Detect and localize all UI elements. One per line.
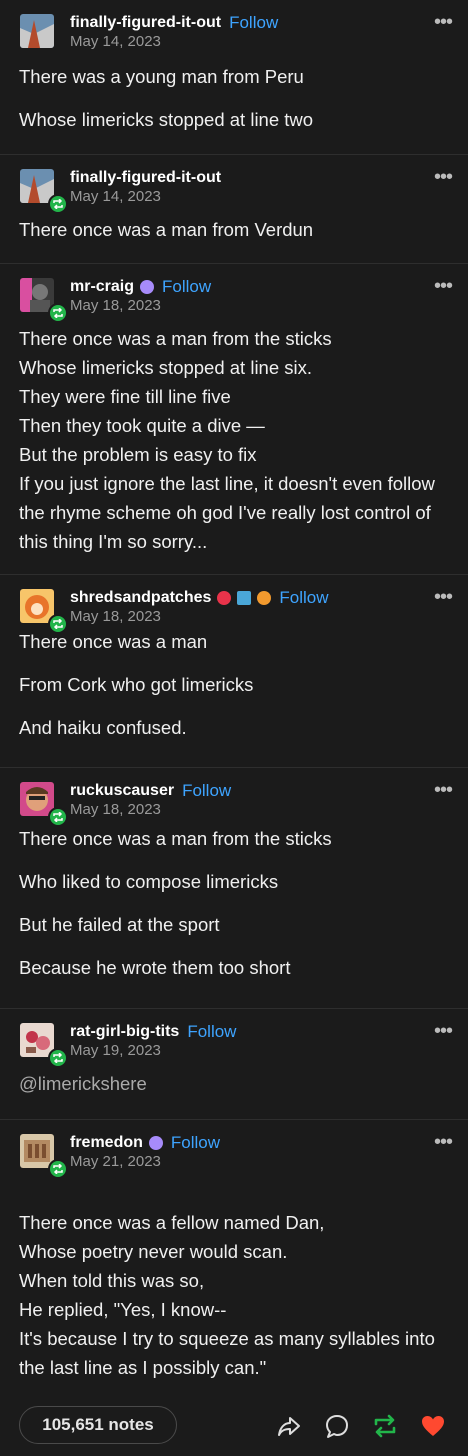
username[interactable]: shredsandpatches [70, 589, 211, 607]
more-options-icon[interactable]: ••• [434, 587, 453, 607]
post-date[interactable]: May 18, 2023 [70, 801, 161, 818]
follow-button[interactable]: Follow [162, 277, 211, 297]
community-badge-icon [148, 1136, 163, 1150]
reblog-badge-icon [48, 1159, 68, 1179]
share-icon[interactable] [276, 1413, 302, 1439]
follow-button[interactable]: Follow [187, 1022, 236, 1042]
post-text: It's because I try to squeeze as many sy… [19, 1328, 435, 1378]
post-text: There once was a man from the sticks [19, 828, 332, 849]
reblog-icon[interactable] [372, 1413, 398, 1439]
post-text: Then they took quite a dive — [19, 415, 265, 436]
reblog-badge-icon [48, 194, 68, 214]
post-date[interactable]: May 14, 2023 [70, 33, 161, 50]
follow-button[interactable]: Follow [229, 13, 278, 33]
reblog-badge-icon [48, 614, 68, 634]
post: mr-craig Follow May 18, 2023 ••• There o… [0, 264, 468, 575]
reblog-badge-icon [48, 1048, 68, 1068]
post: finally-figured-it-out May 14, 2023 ••• … [0, 155, 468, 264]
reply-icon[interactable] [324, 1413, 350, 1439]
post-date[interactable]: May 21, 2023 [70, 1153, 161, 1170]
badge-icon [257, 591, 272, 605]
post: finally-figured-it-out Follow May 14, 20… [0, 0, 468, 155]
post-text: From Cork who got limericks [19, 674, 254, 695]
more-options-icon[interactable]: ••• [434, 780, 453, 800]
post-text: When told this was so, [19, 1270, 205, 1291]
post-date[interactable]: May 19, 2023 [70, 1042, 161, 1059]
follow-button[interactable]: Follow [171, 1133, 220, 1153]
post: rat-girl-big-tits Follow May 19, 2023 ••… [0, 1009, 468, 1120]
post-text: Whose limericks stopped at line two [19, 109, 314, 130]
avatar[interactable] [20, 14, 54, 48]
post-text: Because he wrote them too short [19, 957, 291, 978]
post-text: There once was a man from the sticks [19, 328, 332, 349]
post-text: If you just ignore the last line, it doe… [19, 473, 435, 552]
more-options-icon[interactable]: ••• [434, 167, 453, 187]
username[interactable]: ruckuscauser [70, 782, 174, 800]
post-text: Whose limericks stopped at line six. [19, 357, 313, 378]
notes-button[interactable]: 105,651 notes [19, 1406, 177, 1444]
username[interactable]: fremedon [70, 1134, 143, 1152]
follow-button[interactable]: Follow [279, 588, 328, 608]
username[interactable]: finally-figured-it-out [70, 169, 221, 187]
more-options-icon[interactable]: ••• [434, 12, 453, 32]
post: ruckuscauser Follow May 18, 2023 ••• The… [0, 768, 468, 1009]
follow-button[interactable]: Follow [182, 781, 231, 801]
post-date[interactable]: May 18, 2023 [70, 297, 161, 314]
post-text: There was a young man from Peru [19, 66, 304, 87]
username[interactable]: rat-girl-big-tits [70, 1023, 179, 1041]
post: fremedon Follow May 21, 2023 ••• There o… [0, 1120, 468, 1396]
post-text: There once was a man from Verdun [19, 219, 314, 240]
post-date[interactable]: May 14, 2023 [70, 188, 161, 205]
post-text: But the problem is easy to fix [19, 444, 257, 465]
post-text: They were fine till line five [19, 386, 231, 407]
post-text: Whose poetry never would scan. [19, 1241, 288, 1262]
post-footer: 105,651 notes [0, 1396, 468, 1456]
post: shredsandpatches Follow May 18, 2023 •••… [0, 575, 468, 768]
community-badge-icon [140, 280, 155, 294]
badge-icon [217, 591, 232, 605]
username[interactable]: mr-craig [70, 278, 134, 296]
reblog-badge-icon [48, 807, 68, 827]
username[interactable]: finally-figured-it-out [70, 14, 221, 32]
like-icon[interactable] [420, 1413, 446, 1439]
mention-link[interactable]: @limerickshere [19, 1069, 448, 1098]
more-options-icon[interactable]: ••• [434, 276, 453, 296]
post-date[interactable]: May 18, 2023 [70, 608, 161, 625]
post-text: He replied, "Yes, I know-- [19, 1299, 227, 1320]
more-options-icon[interactable]: ••• [434, 1132, 453, 1152]
post-text: But he failed at the sport [19, 914, 220, 935]
post-text: Who liked to compose limericks [19, 871, 279, 892]
more-options-icon[interactable]: ••• [434, 1021, 453, 1041]
post-text: There once was a fellow named Dan, [19, 1212, 325, 1233]
badge-icon [237, 591, 252, 605]
post-text: And haiku confused. [19, 717, 187, 738]
reblog-badge-icon [48, 303, 68, 323]
